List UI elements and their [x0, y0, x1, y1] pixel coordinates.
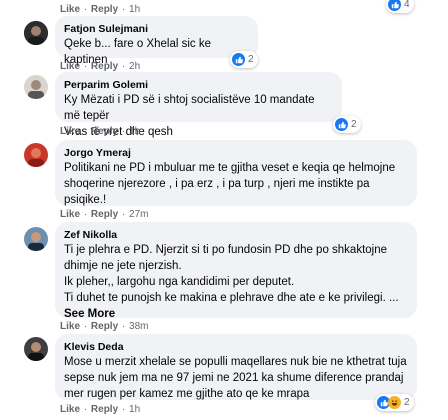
avatar[interactable]	[24, 21, 48, 45]
reaction-summary[interactable]: 2	[230, 51, 258, 68]
see-more-link[interactable]: See More	[64, 306, 408, 322]
comment-time[interactable]: 1h	[129, 404, 140, 415]
comment-text: Mose u merzit xhelale se populli maqella…	[64, 356, 407, 400]
comment-author[interactable]: Jorgo Ymeraj	[64, 146, 408, 160]
reaction-summary[interactable]: 2	[333, 116, 361, 133]
comment-actions: Like · Reply · 2h	[60, 61, 141, 72]
like-link[interactable]: Like	[60, 4, 80, 15]
reply-link[interactable]: Reply	[91, 4, 118, 15]
reaction-count: 4	[404, 0, 410, 10]
like-reaction-icon	[388, 0, 401, 11]
comment-actions: Like · Reply · 1h	[60, 404, 141, 415]
reaction-count: 2	[248, 54, 254, 65]
comment-bubble: Fatjon Sulejmani Qeke b... fare o Xhelal…	[55, 16, 258, 66]
comment-time[interactable]: 38m	[129, 321, 148, 332]
comment-time[interactable]: 2h	[129, 61, 140, 72]
reply-link[interactable]: Reply	[91, 321, 118, 332]
like-link[interactable]: Like	[60, 126, 80, 137]
comment-text: Politikani ne PD i mbuluar me te gjitha …	[64, 162, 396, 206]
reaction-summary-top[interactable]: 4	[386, 0, 414, 13]
comment-actions: Like · Reply · 1h	[60, 126, 141, 137]
reply-link[interactable]: Reply	[91, 209, 118, 220]
reaction-count: 2	[351, 119, 357, 130]
reply-link[interactable]: Reply	[91, 61, 118, 72]
like-link[interactable]: Like	[60, 321, 80, 332]
comment-actions: Like · Reply · 27m	[60, 209, 149, 220]
comment-author[interactable]: Klevis Deda	[64, 340, 408, 354]
like-reaction-icon	[232, 53, 245, 66]
reply-link[interactable]: Reply	[91, 126, 118, 137]
comment-author[interactable]: Zef Nikolla	[64, 228, 408, 242]
reaction-count: 2	[404, 397, 410, 408]
avatar[interactable]	[24, 227, 48, 251]
comment-author[interactable]: Perparim Golemi	[64, 78, 333, 92]
comment-time[interactable]: 1h	[129, 4, 140, 15]
comment-bubble: Jorgo Ymeraj Politikani ne PD i mbuluar …	[55, 140, 417, 206]
comment-actions: Like · Reply · 38m	[60, 321, 149, 332]
like-reaction-icon	[335, 118, 348, 131]
comment-author[interactable]: Fatjon Sulejmani	[64, 22, 249, 36]
reaction-summary[interactable]: 2	[375, 394, 414, 411]
avatar[interactable]	[24, 143, 48, 167]
like-link[interactable]: Like	[60, 404, 80, 415]
like-link[interactable]: Like	[60, 209, 80, 220]
comment-bubble: Klevis Deda Mose u merzit xhelale se pop…	[55, 334, 417, 400]
like-link[interactable]: Like	[60, 61, 80, 72]
avatar[interactable]	[24, 75, 48, 99]
comment-actions-top: Like · Reply · 1h	[60, 4, 141, 15]
reply-link[interactable]: Reply	[91, 404, 118, 415]
comment-time[interactable]: 27m	[129, 209, 148, 220]
haha-reaction-icon	[388, 396, 401, 409]
comment-bubble: Zef Nikolla Ti je plehra e PD. Njerzit s…	[55, 222, 417, 320]
comment-time[interactable]: 1h	[129, 126, 140, 137]
avatar[interactable]	[24, 337, 48, 361]
comment-text: Ti je plehra e PD. Njerzit si ti po fund…	[64, 244, 399, 304]
comment-bubble: Perparim Golemi Ky Mëzati i PD së i shto…	[55, 72, 342, 138]
